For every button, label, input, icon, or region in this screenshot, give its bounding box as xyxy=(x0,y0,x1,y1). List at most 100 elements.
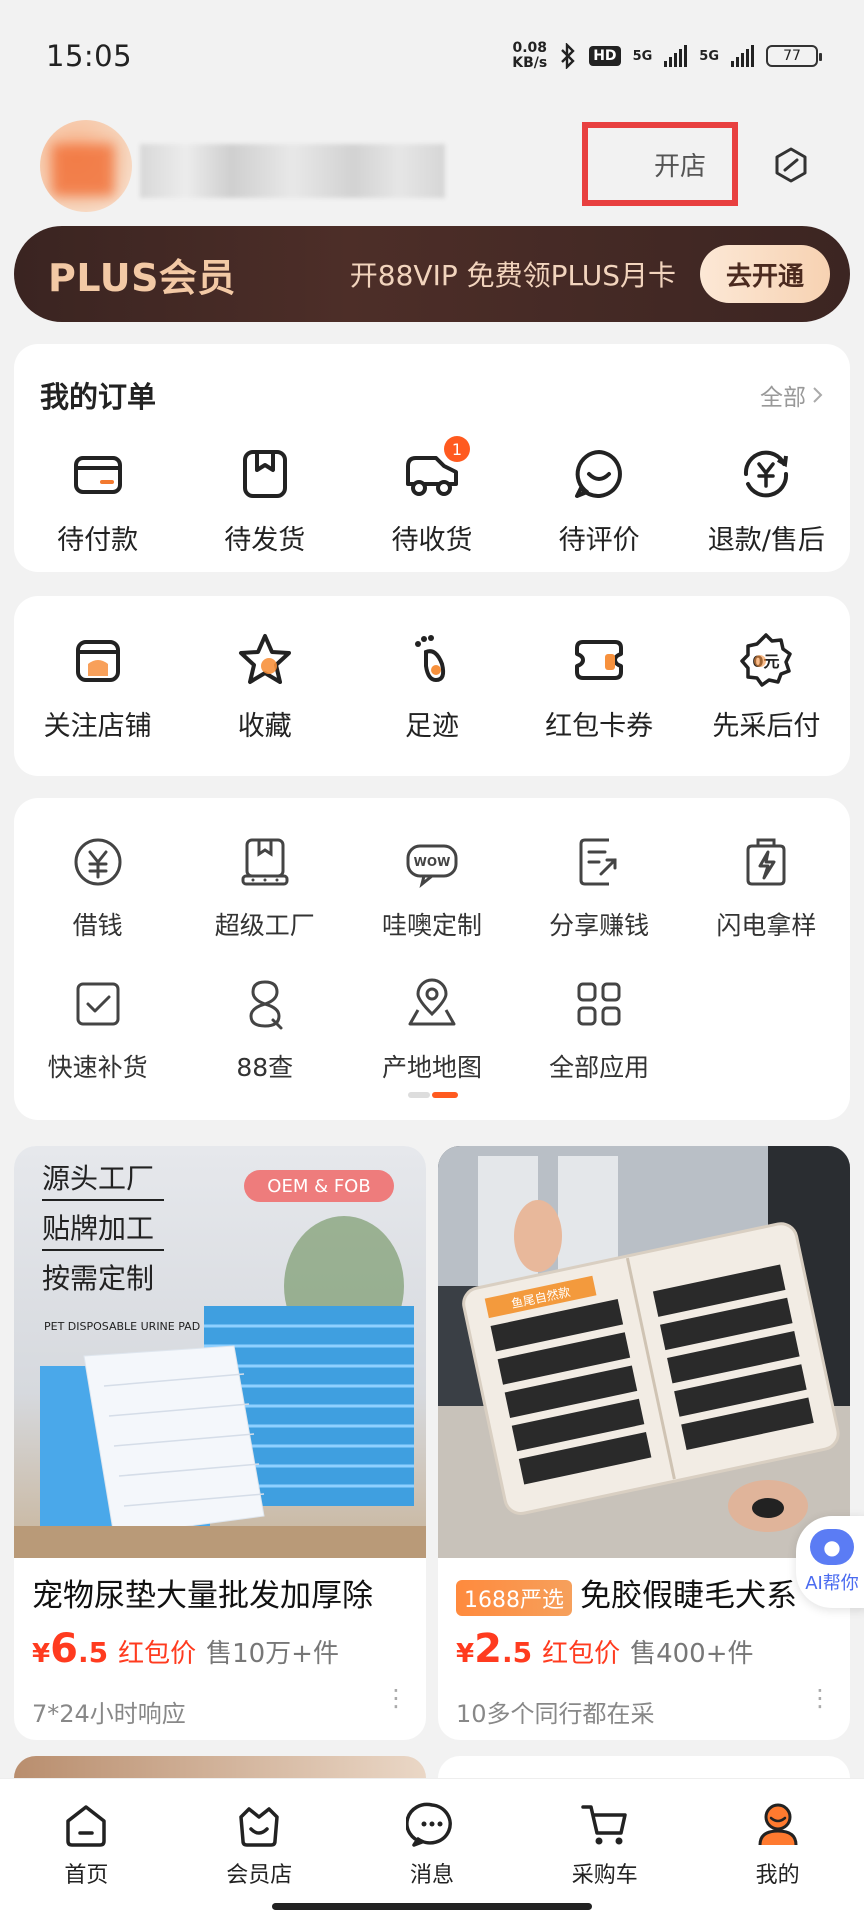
red-packet-price-label: 红包价 xyxy=(118,1639,197,1669)
product-price: ¥2.5 xyxy=(456,1626,533,1672)
order-count-badge: 1 xyxy=(443,436,470,462)
order-pending-payment[interactable]: 待付款 xyxy=(14,444,181,557)
home-indicator xyxy=(272,1903,592,1910)
orders-card: 我的订单 全部 待付款 待发货 1 待收货 待评价 退款/售后 xyxy=(14,344,850,572)
package-icon xyxy=(242,450,287,498)
refund-icon xyxy=(744,450,789,498)
ai-help-button[interactable]: ● AI帮你 xyxy=(796,1516,864,1608)
orders-grid: 待付款 待发货 1 待收货 待评价 退款/售后 xyxy=(14,436,850,557)
tab-profile[interactable]: 我的 xyxy=(691,1779,864,1920)
coupons[interactable]: 红包卡券 xyxy=(516,630,683,743)
net-label-1: 5G xyxy=(632,48,653,64)
favorites-card: 关注店铺 收藏 足迹 红包卡券 0元 先采后付 xyxy=(14,596,850,776)
app-super-factory[interactable]: 超级工厂 xyxy=(181,832,348,942)
apps-row-1: 借钱 超级工厂 WOW 哇噢定制 分享赚钱 闪电拿样 xyxy=(14,832,850,942)
profile-icon xyxy=(758,1803,798,1846)
more-options-icon[interactable]: ⋮ xyxy=(808,1686,832,1710)
net-label-2: 5G xyxy=(699,48,719,64)
product-price-row: ¥2.5 红包价 售400+件 xyxy=(456,1626,840,1672)
avatar[interactable] xyxy=(40,120,132,212)
status-bar: 15:05 0.08 KB/s HD 5G 5G 77 xyxy=(0,0,864,112)
sales-count: 售400+件 xyxy=(630,1639,754,1669)
tab-home[interactable]: 首页 xyxy=(0,1779,173,1920)
product-image: 鱼尾自然款 xyxy=(438,1146,850,1558)
star-icon xyxy=(238,634,291,684)
app-lightning-sample[interactable]: 闪电拿样 xyxy=(683,832,850,942)
tab-member-shop[interactable]: 会员店 xyxy=(173,1779,346,1920)
order-pending-review[interactable]: 待评价 xyxy=(516,444,683,557)
svg-text:OEM & FOB: OEM & FOB xyxy=(267,1176,370,1197)
order-refund[interactable]: 退款/售后 xyxy=(683,444,850,557)
ai-bubble-icon: ● xyxy=(810,1529,854,1565)
product-title: 宠物尿垫大量批发加厚除 xyxy=(32,1578,373,1614)
app-88-check[interactable]: 88查 xyxy=(181,974,348,1084)
signal-icon xyxy=(664,45,688,67)
wallet-icon xyxy=(73,456,122,494)
status-icons: 0.08 KB/s HD 5G 5G 77 xyxy=(512,40,822,71)
coupon-icon xyxy=(575,640,624,680)
app-quick-restock[interactable]: 快速补货 xyxy=(14,974,181,1084)
network-speed: 0.08 KB/s xyxy=(512,40,548,71)
svg-text:WOW: WOW xyxy=(414,855,451,869)
orders-header: 我的订单 全部 xyxy=(40,374,824,416)
apps-row-2: 快速补货 88查 产地地图 全部应用 xyxy=(14,974,850,1084)
sales-count: 售10万+件 xyxy=(206,1639,339,1669)
orders-all-link[interactable]: 全部 xyxy=(760,378,824,412)
lightning-icon xyxy=(746,838,786,886)
tab-messages[interactable]: 消息 xyxy=(346,1779,519,1920)
plus-open-button[interactable]: 去开通 xyxy=(699,245,830,303)
page-indicator xyxy=(408,1092,458,1098)
product-card[interactable]: OEM & FOB 源头工厂 贴牌加工 按需定制 PET DISPOSABLE … xyxy=(14,1146,426,1740)
footprints[interactable]: 足迹 xyxy=(348,630,515,743)
product-price: ¥6.5 xyxy=(32,1626,109,1672)
product-subtext: 7*24小时响应 xyxy=(32,1700,186,1728)
more-options-icon[interactable]: ⋮ xyxy=(384,1686,408,1710)
orders-title: 我的订单 xyxy=(40,380,157,414)
svg-text:PET DISPOSABLE URINE PAD: PET DISPOSABLE URINE PAD xyxy=(44,1320,200,1333)
open-shop-button[interactable]: 开店 xyxy=(582,122,738,206)
eight-icon xyxy=(249,980,283,1030)
tab-cart[interactable]: 采购车 xyxy=(518,1779,691,1920)
pet-pad-image: OEM & FOB 源头工厂 贴牌加工 按需定制 PET DISPOSABLE … xyxy=(14,1146,426,1558)
battery-icon: 77 xyxy=(766,45,822,67)
bottom-tab-bar: 首页 会员店 消息 采购车 我的 xyxy=(0,1778,864,1920)
favorites-grid: 关注店铺 收藏 足迹 红包卡券 0元 先采后付 xyxy=(14,630,850,743)
share-icon xyxy=(579,838,617,886)
check-icon xyxy=(76,982,120,1026)
app-borrow[interactable]: 借钱 xyxy=(14,832,181,942)
plus-title: PLUS会员 xyxy=(48,255,236,300)
favorites[interactable]: 收藏 xyxy=(181,630,348,743)
cart-icon xyxy=(581,1805,627,1845)
eyelash-image: 鱼尾自然款 xyxy=(438,1146,850,1558)
plus-desc: 开88VIP 免费领PLUS月卡 xyxy=(349,259,676,292)
settings-icon[interactable] xyxy=(772,146,810,184)
product-image: OEM & FOB 源头工厂 贴牌加工 按需定制 PET DISPOSABLE … xyxy=(14,1146,426,1558)
product-title: 1688严选 免胶假睫毛犬系 xyxy=(456,1570,840,1616)
footprint-icon xyxy=(414,635,446,683)
app-origin-map[interactable]: 产地地图 xyxy=(348,974,515,1084)
app-all-apps[interactable]: 全部应用 xyxy=(516,974,683,1084)
product-price-row: ¥6.5 红包价 售10万+件 xyxy=(32,1626,416,1672)
followed-shops[interactable]: 关注店铺 xyxy=(14,630,181,743)
status-time: 15:05 xyxy=(46,39,133,73)
red-packet-price-label: 红包价 xyxy=(542,1639,621,1669)
plus-member-banner[interactable]: PLUS会员 开88VIP 免费领PLUS月卡 去开通 xyxy=(14,226,850,322)
product-card[interactable]: 鱼尾自然款 1688严选 免胶假睫毛犬系 ¥2.5 红包价 售400+件 10多个… xyxy=(438,1146,850,1740)
factory-icon xyxy=(241,838,289,886)
order-pending-shipment[interactable]: 待发货 xyxy=(181,444,348,557)
yen-icon xyxy=(74,838,122,886)
svg-text:按需定制: 按需定制 xyxy=(42,1262,154,1295)
wow-icon: WOW xyxy=(406,844,458,888)
map-pin-icon xyxy=(408,978,456,1026)
shop-icon xyxy=(75,640,120,682)
app-wow-custom[interactable]: WOW 哇噢定制 xyxy=(348,832,515,942)
chevron-right-icon xyxy=(813,387,823,403)
bluetooth-icon xyxy=(561,43,575,69)
grid-icon xyxy=(577,982,621,1026)
pay-later-icon: 0元 xyxy=(740,633,793,687)
pay-later[interactable]: 0元 先采后付 xyxy=(683,630,850,743)
order-pending-receipt[interactable]: 1 待收货 xyxy=(348,436,515,557)
svg-text:源头工厂: 源头工厂 xyxy=(42,1162,154,1195)
hd-icon: HD xyxy=(589,46,621,66)
app-share-earn[interactable]: 分享赚钱 xyxy=(516,832,683,942)
